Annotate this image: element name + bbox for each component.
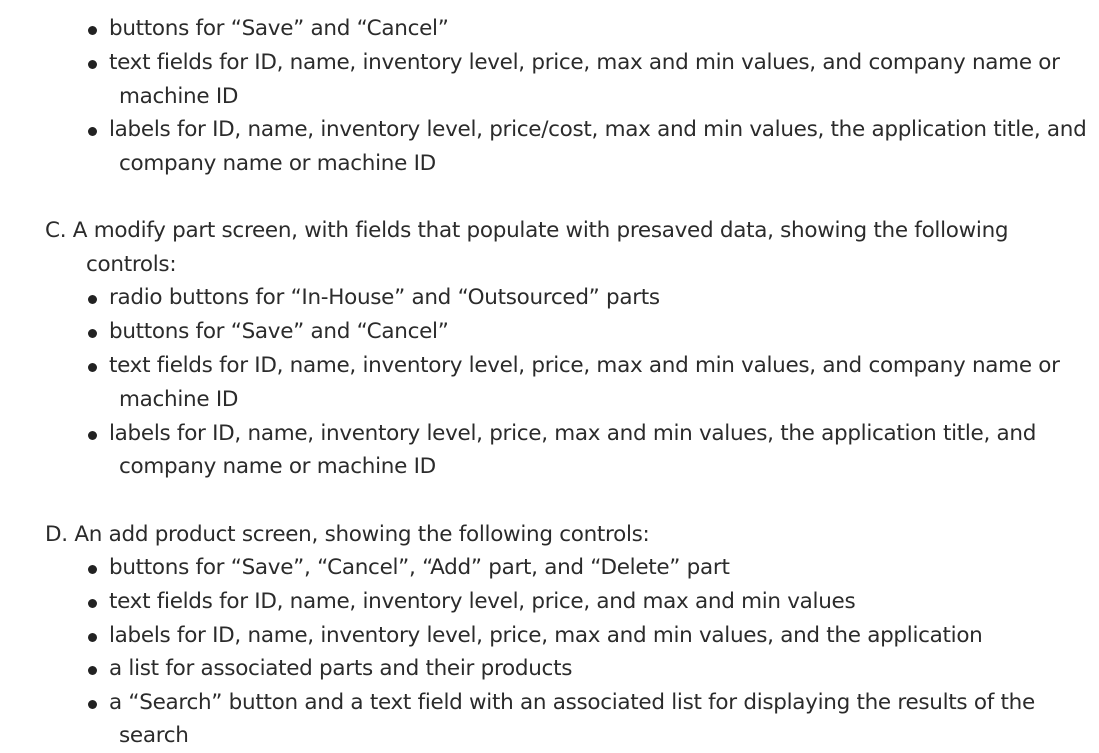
list-item: buttons for “Save” and “Cancel” [88,12,449,46]
list-item: radio buttons for “In-House” and “Outsou… [88,281,660,315]
list-item: a “Search” button and a text field with … [88,686,1035,720]
bullet-icon [88,431,97,440]
list-item-continuation: search [119,723,189,748]
list-item: buttons for “Save” and “Cancel” [88,315,449,349]
list-item: labels for ID, name, inventory level, pr… [88,417,1036,451]
list-item-continuation: machine ID [119,84,239,109]
bullet-icon [88,666,97,675]
document-page: buttons for “Save” and “Cancel” text fie… [0,0,1099,752]
list-item: labels for ID, name, inventory level, pr… [88,113,1087,147]
bullet-icon [88,599,97,608]
section-heading: D. An add product screen, showing the fo… [45,522,650,547]
bullet-icon [88,26,97,35]
bullet-icon [88,363,97,372]
list-item: buttons for “Save”, “Cancel”, “Add” part… [88,551,730,585]
section-heading: C. A modify part screen, with fields tha… [45,218,1009,243]
list-item: a list for associated parts and their pr… [88,652,572,686]
bullet-icon [88,700,97,709]
list-item: labels for ID, name, inventory level, pr… [88,619,983,653]
list-item-continuation: company name or machine ID [119,454,436,479]
list-item-continuation: company name or machine ID [119,151,436,176]
list-item: text fields for ID, name, inventory leve… [88,349,1060,383]
section-heading-continuation: controls: [86,252,177,277]
list-item-continuation: machine ID [119,387,239,412]
list-item: text fields for ID, name, inventory leve… [88,46,1060,80]
bullet-icon [88,127,97,136]
bullet-icon [88,565,97,574]
bullet-icon [88,633,97,642]
bullet-icon [88,60,97,69]
list-item: text fields for ID, name, inventory leve… [88,585,856,619]
bullet-icon [88,329,97,338]
bullet-icon [88,295,97,304]
